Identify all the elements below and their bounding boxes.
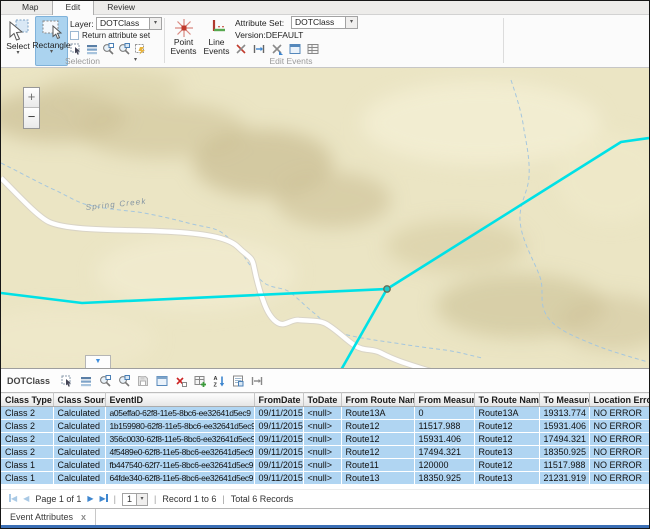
tab-event-attributes[interactable]: Event Attributes x	[1, 509, 96, 525]
pagination-bar: ◀ ◀ Page 1 of 1 ▶ ▶ | 1 ▾ | Record 1 to …	[1, 489, 649, 508]
table-row[interactable]: Class 1Calculatedfb447540-62f7-11e5-8bc6…	[1, 459, 650, 472]
bottom-tab-bar: Event Attributes x	[1, 508, 649, 525]
attribute-table: Class Type Class Source EventID FromDate…	[1, 392, 650, 485]
select-cursor-icon	[6, 18, 30, 42]
previous-page-button[interactable]: ◀	[23, 494, 29, 504]
last-page-button[interactable]: ▶	[100, 494, 108, 504]
layer-dropdown[interactable]: DOTClass ▾	[96, 17, 162, 30]
pan-to-selection-icon[interactable]	[118, 43, 130, 55]
close-tab-icon[interactable]: x	[81, 513, 86, 522]
column-header[interactable]: From Route Name	[341, 393, 414, 407]
tab-map[interactable]: Map	[9, 1, 52, 14]
route-junction-marker[interactable]	[384, 286, 390, 292]
dock-right-icon[interactable]	[251, 375, 263, 387]
column-header[interactable]: To Measure	[539, 393, 589, 407]
merge-event-icon[interactable]	[271, 43, 283, 55]
window-bottom-accent	[1, 525, 649, 528]
return-attribute-set-checkbox[interactable]	[70, 31, 79, 40]
select-features-icon[interactable]	[70, 43, 82, 55]
split-event-icon[interactable]	[235, 43, 247, 55]
attribute-window-icon[interactable]	[156, 375, 168, 387]
selection-icon-row	[70, 43, 146, 55]
column-header[interactable]: Class Type	[1, 393, 53, 407]
layer-dropdown-arrow-icon[interactable]: ▾	[149, 17, 162, 30]
point-events-icon	[174, 18, 194, 38]
ribbon-tab-bar: Map Edit Review	[1, 1, 649, 15]
attribute-set-label: Attribute Set:	[235, 18, 284, 28]
column-header[interactable]: FromDate	[254, 393, 303, 407]
return-attribute-set-label: Return attribute set	[82, 31, 150, 40]
open-form-icon[interactable]	[232, 375, 244, 387]
edit-events-group-label: Edit Events	[166, 56, 416, 66]
table-row[interactable]: Class 2Calculateda05effa0-62f8-11e5-8bc6…	[1, 407, 650, 420]
attribute-set-dropdown[interactable]: DOTClass ▾	[291, 16, 358, 29]
zoom-to-selection-icon[interactable]	[102, 43, 114, 55]
table-toolbar: DOTClass	[1, 369, 649, 392]
save-icon[interactable]	[137, 375, 149, 387]
table-row[interactable]: Class 2Calculated356c0030-62f8-11e5-8bc6…	[1, 433, 650, 446]
group-divider	[503, 18, 504, 63]
select-tool-icon[interactable]	[61, 375, 73, 387]
zoom-to-selected-icon[interactable]	[99, 375, 111, 387]
delete-selected-icon[interactable]	[175, 375, 187, 387]
tab-review[interactable]: Review	[94, 1, 148, 14]
pan-to-selected-icon[interactable]	[118, 375, 130, 387]
event-editor-window: Map Edit Review Select ▾ Rectangle ▾ Lay…	[0, 0, 650, 529]
zoom-out-button[interactable]: −	[24, 108, 39, 128]
version-label: Version:DEFAULT	[235, 30, 303, 40]
edit-events-icon-row	[235, 43, 319, 55]
selection-group-label: Selection	[1, 56, 164, 66]
page-label: Page 1 of 1	[35, 494, 81, 504]
attribute-set-dropdown-arrow-icon[interactable]: ▾	[345, 16, 358, 29]
layer-dropdown-value: DOTClass	[96, 17, 149, 30]
layer-label: Layer:	[70, 19, 94, 29]
group-divider	[164, 18, 165, 63]
event-window-icon[interactable]	[289, 43, 301, 55]
table-header-row: Class Type Class Source EventID FromDate…	[1, 393, 650, 407]
page-number-select[interactable]: 1 ▾	[122, 493, 148, 506]
column-header[interactable]: Class Source	[53, 393, 105, 407]
page-number-value: 1	[123, 494, 136, 505]
total-records-label: Total 6 Records	[231, 494, 294, 504]
menu-icon[interactable]	[80, 375, 92, 387]
svg-text:Z: Z	[214, 382, 218, 387]
creek-label: Spring Creek	[85, 197, 147, 212]
snap-event-icon[interactable]	[253, 43, 265, 55]
map-graphics: Spring Creek	[1, 68, 649, 368]
zoom-in-button[interactable]: +	[24, 88, 39, 108]
column-header[interactable]: EventID	[105, 393, 254, 407]
rectangle-dropdown-arrow[interactable]: ▾	[50, 50, 53, 55]
next-page-button[interactable]: ▶	[87, 494, 93, 504]
ribbon: Select ▾ Rectangle ▾ Layer: DOTClass ▾ R…	[1, 15, 649, 68]
sort-icon[interactable]: AZ	[213, 375, 225, 387]
record-range-label: Record 1 to 6	[162, 494, 216, 504]
clear-selection-icon[interactable]	[134, 43, 146, 55]
first-page-button[interactable]: ◀	[9, 494, 17, 504]
table-title: DOTClass	[7, 376, 50, 386]
column-header[interactable]: Location Error	[589, 393, 650, 407]
table-row[interactable]: Class 2Calculated4f5489e0-62f8-11e5-8bc6…	[1, 446, 650, 459]
tab-edit[interactable]: Edit	[52, 1, 95, 15]
rectangle-select-icon	[40, 17, 64, 41]
attribute-set-dropdown-value: DOTClass	[291, 16, 345, 29]
add-record-icon[interactable]	[194, 375, 206, 387]
table-row[interactable]: Class 2Calculated1b159980-62f8-11e5-8bc6…	[1, 420, 650, 433]
column-header[interactable]: ToDate	[303, 393, 341, 407]
map-zoom-control: + −	[23, 87, 40, 129]
event-attributes-panel: DOTClass	[1, 368, 649, 508]
selection-list-icon[interactable]	[86, 43, 98, 55]
column-header[interactable]: To Route Name	[474, 393, 539, 407]
event-table-icon[interactable]	[307, 43, 319, 55]
line-events-icon	[207, 18, 227, 38]
table-row[interactable]: Class 1Calculated64fde340-62f8-11e5-8bc6…	[1, 472, 650, 485]
column-header[interactable]: From Measure	[414, 393, 474, 407]
svg-text:A: A	[214, 376, 218, 382]
page-select-arrow-icon[interactable]: ▾	[136, 494, 147, 505]
map-canvas[interactable]: Spring Creek + − ▼	[1, 68, 649, 368]
panel-collapse-button[interactable]: ▼	[85, 355, 111, 368]
